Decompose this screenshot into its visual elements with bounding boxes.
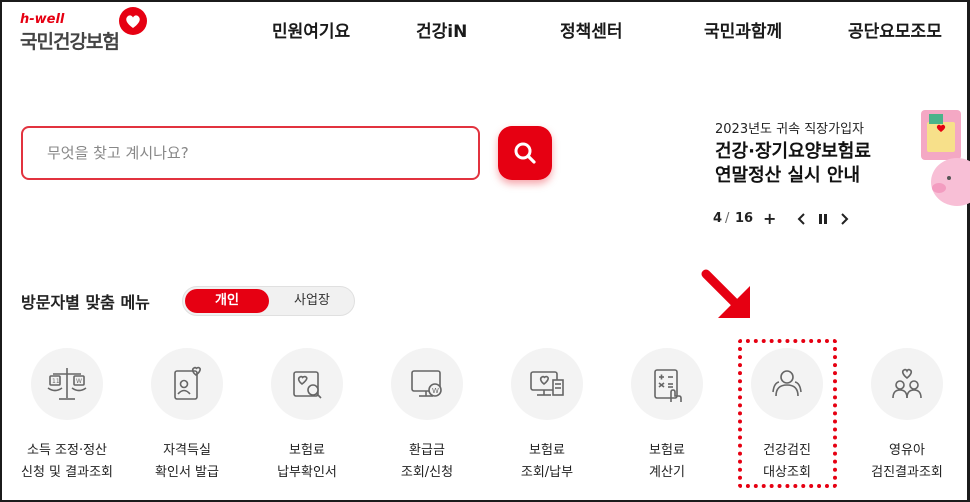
dotted-highlight-box <box>738 339 837 488</box>
pager-separator: / <box>725 211 730 226</box>
banner-subtitle: 2023년도 귀속 직장가입자 <box>715 122 864 137</box>
nav-item-with-citizens[interactable]: 국민과함께 <box>704 17 782 42</box>
quick-menu-qualification-certificate[interactable]: 자격득실 확인서 발급 <box>127 348 247 488</box>
svg-text:W: W <box>76 378 82 385</box>
piggy-bank-illustration <box>921 110 970 206</box>
quick-menu-payment-confirmation[interactable]: 보험료 납부확인서 <box>247 348 367 488</box>
pager-total: 16 <box>735 211 754 226</box>
document-search-icon <box>293 371 322 399</box>
nav-item-about[interactable]: 공단요모조모 <box>848 17 942 42</box>
icon-circle: 11 W <box>31 348 103 420</box>
quick-menu-label: 보험료 계산기 <box>607 440 727 484</box>
visitor-type-toggle: 개인 사업장 <box>182 286 355 316</box>
label-line1: 환급금 <box>409 443 445 458</box>
label-line2: 검진결과조회 <box>871 465 943 480</box>
main-nav: 민원여기요 건강iN 정책센터 국민과함께 공단요모조모 <box>0 17 970 42</box>
label-line2: 계산기 <box>649 465 685 480</box>
pager-current: 4 <box>713 211 723 226</box>
label-line2: 신청 및 결과조회 <box>21 465 113 480</box>
quick-menu-label: 영유아 검진결과조회 <box>847 440 967 484</box>
pager-prev-button[interactable] <box>797 212 807 230</box>
calculator-icon <box>654 369 682 402</box>
icon-circle <box>511 348 583 420</box>
label-line1: 보험료 <box>289 443 325 458</box>
refund-monitor-icon: W <box>411 370 442 397</box>
quick-menu-refund[interactable]: W 환급금 조회/신청 <box>367 348 487 488</box>
label-line1: 보험료 <box>649 443 685 458</box>
search-icon <box>514 142 536 164</box>
icon-circle <box>871 348 943 420</box>
red-arrow-annotation <box>701 269 750 318</box>
nav-item-civil[interactable]: 민원여기요 <box>272 17 350 42</box>
tab-individual[interactable]: 개인 <box>185 289 269 313</box>
quick-menu-infant-checkup-result[interactable]: 영유아 검진결과조회 <box>847 348 967 488</box>
chevron-left-icon <box>797 213 805 225</box>
pager-more-button[interactable]: + <box>763 209 776 228</box>
pager-next-button[interactable] <box>839 212 849 230</box>
visitor-menu-title: 방문자별 맞춤 메뉴 <box>21 293 150 312</box>
quick-menu-label: 자격득실 확인서 발급 <box>127 440 247 484</box>
quick-menu-label: 소득 조정·정산 신청 및 결과조회 <box>7 440 127 484</box>
quick-menu-label: 보험료 납부확인서 <box>247 440 367 484</box>
banner-title-line1: 건강·장기요양보험료 <box>715 141 871 162</box>
label-line1: 영유아 <box>889 443 925 458</box>
label-line1: 소득 조정·정산 <box>26 443 108 458</box>
label-line1: 보험료 <box>529 443 565 458</box>
pause-icon <box>819 214 827 224</box>
scale-icon: 11 W <box>47 368 87 400</box>
family-heart-icon <box>892 368 922 399</box>
pager-pause-button[interactable] <box>818 212 828 230</box>
label-line2: 납부확인서 <box>277 465 337 480</box>
quick-menu-label: 보험료 조회/납부 <box>487 440 607 484</box>
icon-circle <box>631 348 703 420</box>
icon-circle <box>271 348 343 420</box>
quick-menu-calculator[interactable]: 보험료 계산기 <box>607 348 727 488</box>
banner-title[interactable]: 건강·장기요양보험료 연말정산 실시 안내 <box>715 140 871 188</box>
svg-text:11: 11 <box>52 378 60 385</box>
search-box <box>21 126 480 180</box>
quick-menu-label: 환급금 조회/신청 <box>367 440 487 484</box>
search-input[interactable] <box>23 128 478 178</box>
nav-item-policy[interactable]: 정책센터 <box>560 17 623 42</box>
banner-title-line2: 연말정산 실시 안내 <box>715 165 861 186</box>
label-line1: 자격득실 <box>163 443 211 458</box>
icon-circle <box>151 348 223 420</box>
label-line2: 조회/신청 <box>400 465 454 480</box>
label-line2: 조회/납부 <box>520 465 574 480</box>
label-line2: 확인서 발급 <box>155 465 219 480</box>
chevron-right-icon <box>841 213 849 225</box>
computer-bill-icon <box>530 371 564 396</box>
quick-menu-premium-inquiry[interactable]: 보험료 조회/납부 <box>487 348 607 488</box>
nav-item-health-in[interactable]: 건강iN <box>416 17 467 42</box>
tab-business[interactable]: 사업장 <box>271 289 353 313</box>
icon-circle: W <box>391 348 463 420</box>
svg-text:W: W <box>432 387 439 395</box>
id-card-heart-icon <box>174 366 201 400</box>
quick-menu-income-adjustment[interactable]: 11 W 소득 조정·정산 신청 및 결과조회 <box>7 348 127 488</box>
search-button[interactable] <box>498 126 552 180</box>
